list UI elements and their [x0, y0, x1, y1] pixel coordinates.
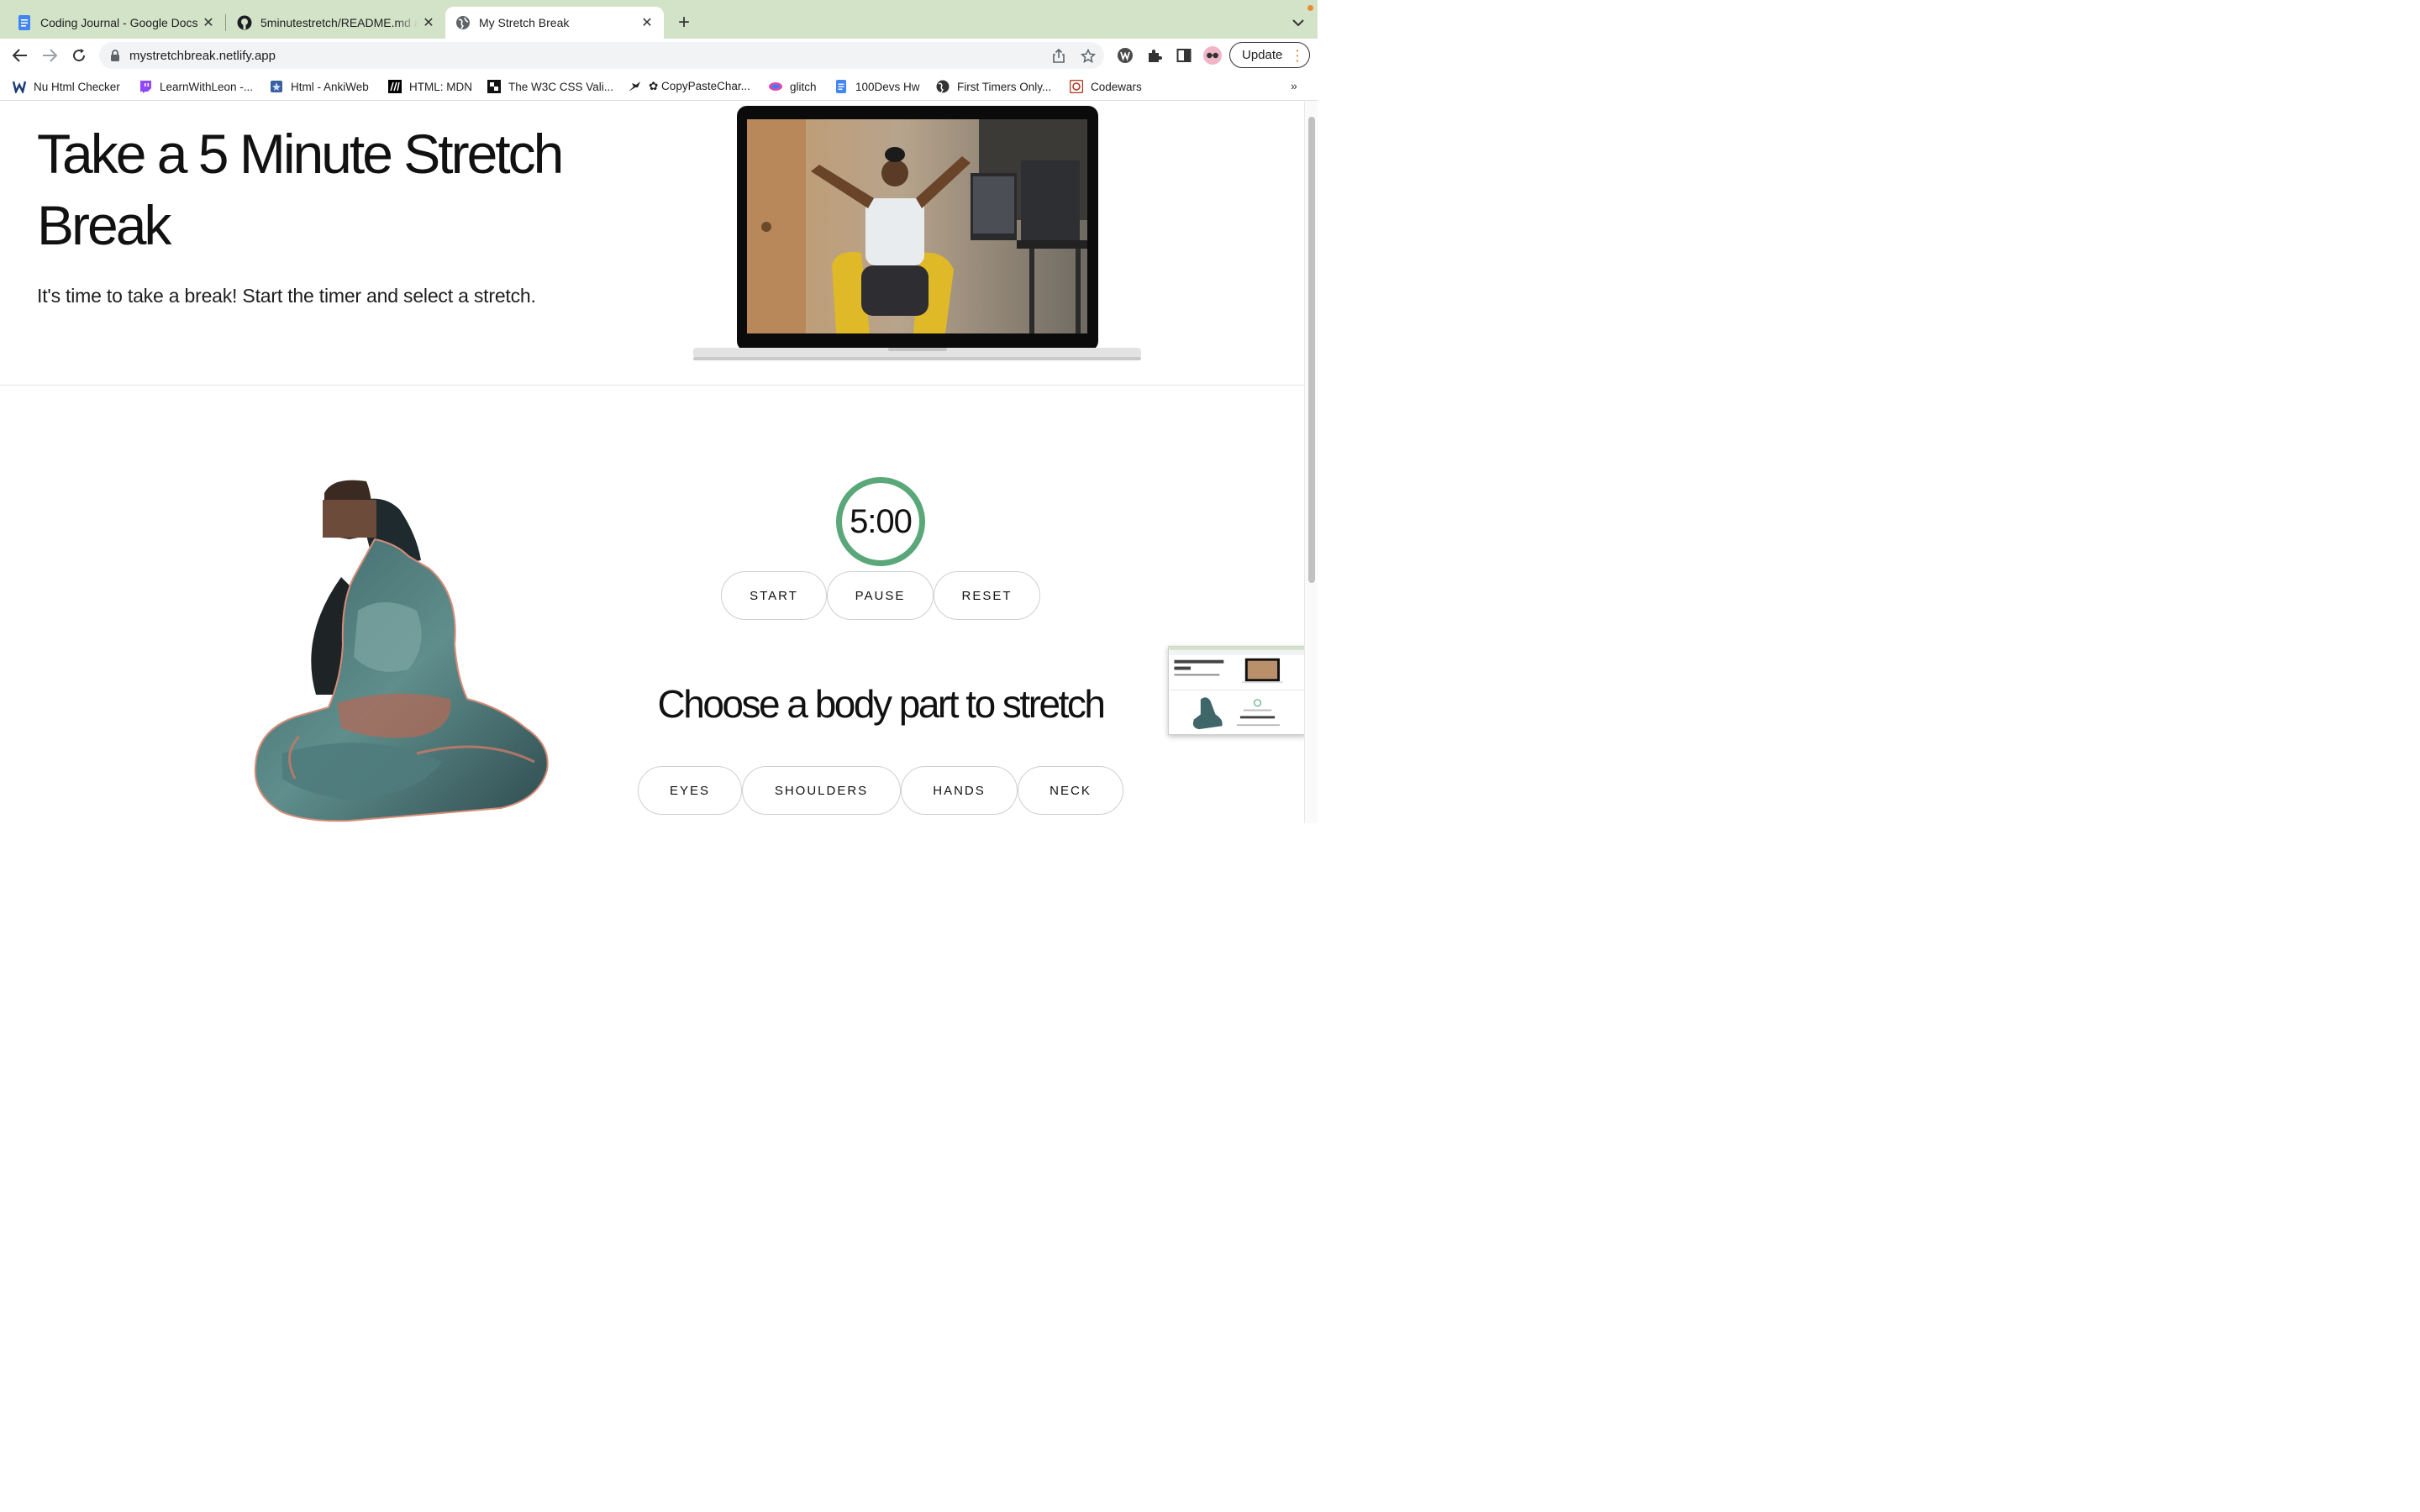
bookmarks-overflow-button[interactable]: » [1291, 79, 1297, 92]
profile-avatar[interactable] [1203, 46, 1222, 65]
github-icon [237, 15, 252, 30]
glitch-icon [769, 82, 782, 91]
bookmark-label: The W3C CSS Vali... [508, 80, 614, 93]
bookmark-label: ✿ CopyPasteChar... [649, 80, 750, 92]
globe-icon [456, 16, 470, 29]
extensions-puzzle-icon[interactable] [1145, 46, 1164, 65]
bookmark-label: LearnWithLeon -... [160, 80, 254, 93]
lock-icon [111, 50, 119, 61]
close-tab-icon[interactable]: ✕ [637, 13, 657, 33]
page-subtitle: It's time to take a break! Start the tim… [37, 285, 536, 307]
pause-button[interactable]: PAUSE [827, 571, 934, 620]
reload-button[interactable] [67, 44, 91, 67]
notification-dot [1307, 5, 1313, 11]
page-scrollbar[interactable] [1304, 102, 1318, 823]
tab-strip: Coding Journal - Google Docs ✕ 5minutest… [0, 0, 1318, 39]
bookmark-copypastechar[interactable]: ✿ CopyPasteChar... [628, 78, 750, 95]
bookmark-codewars[interactable]: Codewars [1070, 78, 1142, 95]
close-tab-icon[interactable]: ✕ [418, 13, 439, 33]
share-icon[interactable] [1051, 49, 1066, 64]
bookmark-label: Codewars [1091, 80, 1142, 93]
neck-button[interactable]: NECK [1018, 766, 1123, 815]
page-title: Take a 5 Minute Stretch Break [37, 123, 564, 256]
puzzle-icon [487, 80, 501, 93]
reset-button[interactable]: RESET [934, 571, 1040, 620]
meditation-figure-image [254, 480, 549, 822]
reload-icon [73, 49, 86, 62]
update-button[interactable]: Update · · · [1229, 42, 1310, 68]
bookmark-html-mdn[interactable]: HTML: MDN [388, 78, 472, 95]
section-divider [0, 385, 1304, 386]
google-docs-icon [18, 15, 30, 30]
arrow-left-icon [13, 49, 27, 62]
bookmark-100devs-hw[interactable]: 100Devs Hw [834, 78, 920, 95]
update-label: Update [1242, 48, 1283, 62]
tab-title: My Stretch Break [479, 16, 570, 29]
timer-value: 5:00 [850, 502, 913, 540]
close-tab-icon[interactable]: ✕ [198, 13, 218, 33]
tab-my-stretch-break[interactable]: My Stretch Break ✕ [445, 7, 664, 39]
bookmark-star-icon[interactable] [1081, 49, 1096, 64]
tab-title: Coding Journal - Google Docs [40, 16, 198, 29]
tab-coding-journal[interactable]: Coding Journal - Google Docs ✕ [0, 7, 225, 39]
google-docs-icon [836, 80, 846, 93]
side-panel-icon[interactable] [1175, 46, 1193, 65]
more-menu-icon: · · · [1296, 44, 1300, 67]
bookmark-glitch[interactable]: glitch [769, 78, 817, 95]
tab-github-readme[interactable]: 5minutestretch/README.md at ✕ [220, 7, 445, 39]
bookmark-label: HTML: MDN [409, 80, 472, 93]
twitch-icon [140, 81, 151, 93]
timer-display: 5:00 [836, 477, 925, 566]
scrollbar-thumb[interactable] [1308, 117, 1315, 583]
codewars-icon [1070, 80, 1083, 93]
tab-search-chevron-icon[interactable] [1288, 11, 1308, 34]
bookmark-learnwithleon[interactable]: LearnWithLeon -... [139, 78, 253, 95]
bookmark-label: 100Devs Hw [855, 80, 920, 93]
screenshot-thumbnail-preview[interactable] [1168, 646, 1306, 735]
shoulders-button[interactable]: SHOULDERS [742, 766, 901, 815]
tab-title: 5minutestretch/README.md at [260, 16, 418, 29]
hands-button[interactable]: HANDS [901, 766, 1018, 815]
new-tab-button[interactable]: + [672, 11, 696, 34]
bookmark-w3c-css-validator[interactable]: The W3C CSS Vali... [487, 78, 613, 95]
forward-button[interactable] [38, 44, 61, 67]
bookmark-nu-html-checker[interactable]: Nu Html Checker [13, 78, 120, 95]
bookmark-label: Nu Html Checker [34, 80, 120, 93]
bookmark-first-timers-only[interactable]: First Timers Only... [936, 78, 1051, 95]
start-button[interactable]: START [721, 571, 827, 620]
laptop-video-image [693, 106, 1141, 360]
arrow-right-icon [43, 49, 57, 62]
choose-body-part-heading: Choose a body part to stretch [657, 682, 1106, 726]
extension-w-icon[interactable] [1116, 46, 1134, 65]
bookmark-label: Html - AnkiWeb [291, 80, 369, 93]
bookmark-label: First Timers Only... [957, 80, 1052, 93]
anki-icon [271, 81, 282, 92]
page-viewport: Take a 5 Minute Stretch Break It's time … [0, 102, 1318, 823]
mdn-icon [388, 80, 402, 93]
back-button[interactable] [8, 44, 32, 67]
globe-icon [936, 80, 950, 93]
bookmarks-bar: Nu Html Checker LearnWithLeon -... Html … [0, 72, 1318, 101]
bird-icon [629, 81, 640, 92]
eyes-button[interactable]: EYES [638, 766, 742, 815]
address-bar[interactable]: mystretchbreak.netlify.app [99, 42, 1104, 69]
browser-toolbar: mystretchbreak.netlify.app Update · · · [0, 39, 1318, 72]
bookmark-ankiweb[interactable]: Html - AnkiWeb [270, 78, 369, 95]
url-text: mystretchbreak.netlify.app [129, 48, 276, 63]
w3c-validator-icon [13, 81, 26, 93]
bookmark-label: glitch [790, 80, 817, 93]
